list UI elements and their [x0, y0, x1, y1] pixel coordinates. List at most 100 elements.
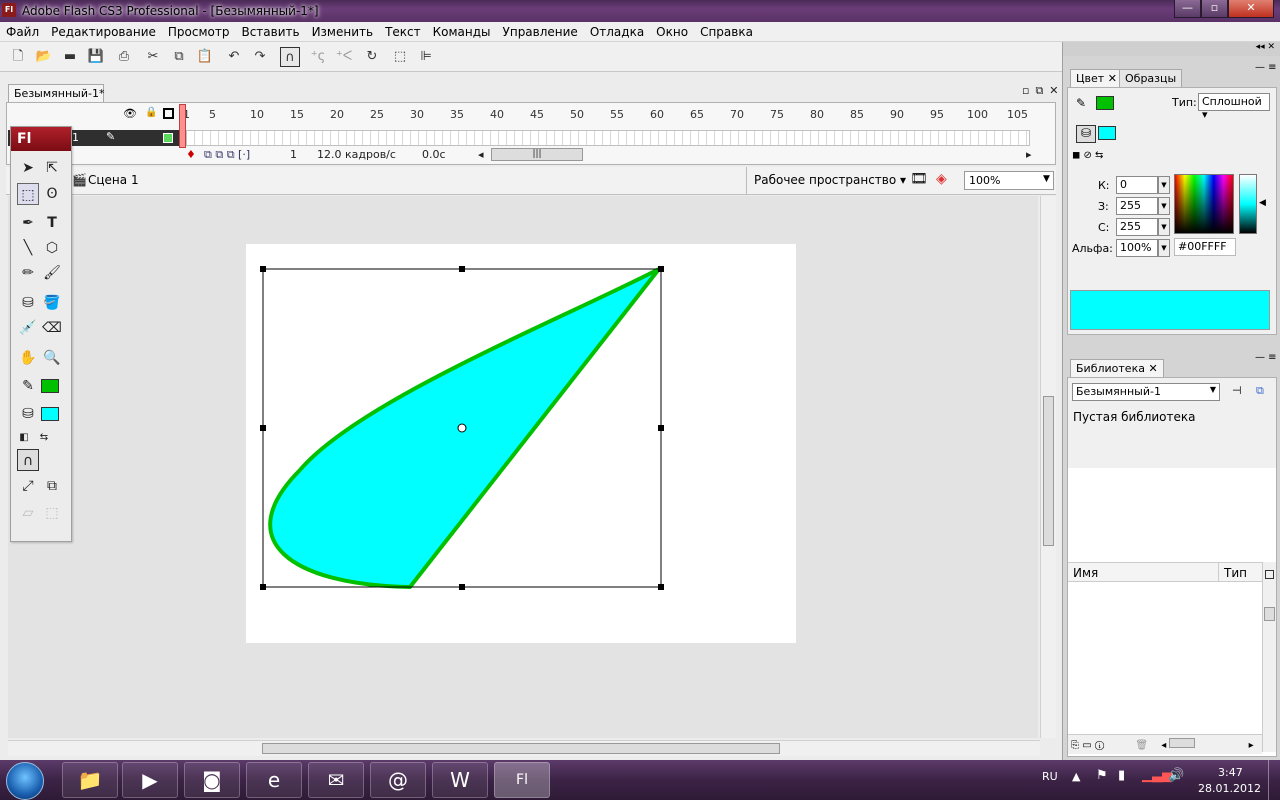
- hex-input[interactable]: #00FFFF: [1174, 238, 1236, 256]
- library-scrollbar[interactable]: [1262, 562, 1276, 752]
- alpha-input[interactable]: 100%: [1116, 239, 1158, 257]
- mail-task-icon[interactable]: ✉: [308, 762, 364, 798]
- presentation-task-icon[interactable]: ◙: [184, 762, 240, 798]
- word-task-icon[interactable]: W: [432, 762, 488, 798]
- lasso-tool-icon[interactable]: ʘ: [41, 183, 63, 205]
- library-document-select[interactable]: Безымянный-1 ▼: [1072, 383, 1220, 401]
- delete-icon[interactable]: 🗑: [1135, 740, 1148, 751]
- email-agent-task-icon[interactable]: @: [370, 762, 426, 798]
- action-center-icon[interactable]: ⚑: [1096, 768, 1108, 783]
- eyedropper-tool-icon[interactable]: 💉: [17, 317, 39, 339]
- new-library-panel-icon[interactable]: ⧉: [1256, 384, 1264, 398]
- language-indicator[interactable]: RU: [1042, 770, 1058, 783]
- zoom-tool-icon[interactable]: 🔍: [41, 347, 63, 369]
- blue-input[interactable]: 255: [1116, 218, 1158, 236]
- tools-panel-title: Fl: [11, 127, 71, 151]
- new-symbol-icon[interactable]: ⎘: [1071, 740, 1079, 751]
- sort-toggle-icon[interactable]: [1265, 570, 1274, 579]
- fill-color-swatch[interactable]: [41, 407, 59, 421]
- right-panel-dock: ◂◂ ✕ Цвет ✕ Образцы — ≡ ✎ Тип: Сплошной …: [1062, 42, 1280, 760]
- distort-option-icon[interactable]: ▱: [17, 502, 39, 524]
- stroke-color-swatch[interactable]: [41, 379, 59, 393]
- column-name[interactable]: Имя: [1073, 566, 1098, 580]
- library-empty-text: Пустая библиотека: [1073, 410, 1196, 424]
- library-hscroll-right-icon[interactable]: ▸: [1249, 740, 1254, 751]
- column-type[interactable]: Тип: [1224, 566, 1247, 580]
- envelope-option-icon[interactable]: ⬚: [41, 502, 63, 524]
- library-bottom-bar: ⎘ ▭ ⓘ 🗑 ◂ ▸: [1068, 734, 1262, 754]
- line-tool-icon[interactable]: ╲: [17, 237, 39, 259]
- library-hscroll-left-icon[interactable]: ◂: [1161, 740, 1166, 751]
- default-colors-icon[interactable]: ◼ ⊘ ⇆: [1072, 150, 1103, 161]
- pin-library-icon[interactable]: ⊣: [1232, 384, 1242, 397]
- red-dropdown-icon[interactable]: ▼: [1158, 176, 1170, 194]
- red-label: К:: [1098, 179, 1110, 192]
- library-hscroll-thumb[interactable]: [1169, 738, 1196, 748]
- color-preview: [1070, 290, 1270, 330]
- show-desktop-button[interactable]: [1268, 760, 1280, 800]
- vertical-scroll-thumb[interactable]: [1043, 396, 1054, 546]
- text-tool-icon[interactable]: T: [41, 212, 63, 234]
- horizontal-scrollbar[interactable]: [8, 740, 1040, 756]
- swap-colors-icon[interactable]: ⇆: [33, 427, 55, 449]
- fill-type-select[interactable]: Сплошной ▾: [1198, 93, 1270, 121]
- rotate-option-icon[interactable]: ⤢: [17, 475, 39, 497]
- internet-explorer-task-icon[interactable]: e: [246, 762, 302, 798]
- subselection-tool-icon[interactable]: ⇱: [41, 157, 63, 179]
- brush-tool-icon[interactable]: 🖌: [41, 262, 63, 284]
- color-panel-fill-swatch[interactable]: [1098, 126, 1116, 140]
- volume-icon[interactable]: 🔊: [1168, 768, 1184, 783]
- hand-tool-icon[interactable]: ✋: [17, 347, 39, 369]
- free-transform-tool-icon[interactable]: ⬚: [17, 183, 39, 205]
- scale-option-icon[interactable]: ⧉: [41, 475, 63, 497]
- dock-collapse-bar[interactable]: ◂◂ ✕: [1063, 42, 1280, 56]
- library-menu-icon[interactable]: — ≡: [1255, 352, 1277, 363]
- library-panel: Безымянный-1 ▼ ⊣ ⧉ Пустая библиотека Имя …: [1067, 377, 1277, 757]
- blue-label: С:: [1098, 221, 1110, 234]
- library-document-value: Безымянный-1: [1076, 385, 1161, 398]
- start-button[interactable]: [6, 762, 44, 800]
- library-column-header: Имя Тип: [1068, 562, 1262, 582]
- brightness-slider-arrow-icon[interactable]: ◀: [1259, 198, 1266, 208]
- green-input[interactable]: 255: [1116, 197, 1158, 215]
- library-scroll-thumb[interactable]: [1264, 607, 1275, 621]
- clock-time[interactable]: 3:47: [1218, 766, 1243, 779]
- polygon-tool-icon[interactable]: ⬡: [41, 237, 63, 259]
- fill-type-value: Сплошной: [1202, 95, 1262, 108]
- tab-swatches[interactable]: Образцы: [1119, 69, 1183, 87]
- green-dropdown-icon[interactable]: ▼: [1158, 197, 1170, 215]
- ink-bottle-tool-icon[interactable]: ⛁: [17, 292, 39, 314]
- brightness-slider[interactable]: [1239, 174, 1257, 234]
- vertical-scrollbar[interactable]: [1040, 196, 1056, 738]
- paint-bucket-tool-icon[interactable]: 🪣: [41, 292, 63, 314]
- red-input[interactable]: 0: [1116, 176, 1158, 194]
- flash-task-icon[interactable]: Fl: [494, 762, 550, 798]
- system-tray: RU ▲ ⚑ ▮ ▁▃▅ 🔊 3:47 28.01.2012: [1030, 760, 1280, 800]
- properties-icon[interactable]: ⓘ: [1095, 740, 1104, 751]
- eraser-tool-icon[interactable]: ⌫: [41, 317, 63, 339]
- snap-magnet-icon[interactable]: ∩: [17, 449, 39, 471]
- tab-color[interactable]: Цвет ✕: [1070, 69, 1123, 87]
- fill-bucket-icon[interactable]: ⛁: [1076, 125, 1096, 143]
- tab-library[interactable]: Библиотека ✕: [1070, 359, 1164, 377]
- alpha-label: Альфа:: [1072, 242, 1113, 255]
- color-panel-stroke-swatch[interactable]: [1096, 96, 1114, 110]
- show-hidden-icons-icon[interactable]: ▲: [1072, 770, 1080, 783]
- transform-point[interactable]: [457, 423, 467, 433]
- pencil-tool-icon[interactable]: ✏: [17, 262, 39, 284]
- blue-dropdown-icon[interactable]: ▼: [1158, 218, 1170, 236]
- clock-date[interactable]: 28.01.2012: [1198, 782, 1261, 795]
- selection-tool-icon[interactable]: ➤: [17, 157, 39, 179]
- explorer-task-icon[interactable]: 📁: [62, 762, 118, 798]
- green-label: З:: [1098, 200, 1109, 213]
- panel-menu-icon[interactable]: — ≡: [1255, 62, 1277, 73]
- new-folder-icon[interactable]: ▭: [1082, 740, 1091, 751]
- media-player-task-icon[interactable]: ▶: [122, 762, 178, 798]
- black-white-icon[interactable]: ◧: [13, 427, 35, 449]
- alpha-dropdown-icon[interactable]: ▼: [1158, 239, 1170, 257]
- type-label: Тип:: [1172, 96, 1197, 109]
- horizontal-scroll-thumb[interactable]: [262, 743, 780, 754]
- power-icon[interactable]: ▮: [1118, 768, 1125, 783]
- color-spectrum-picker[interactable]: [1174, 174, 1234, 234]
- pen-tool-icon[interactable]: ✒: [17, 212, 39, 234]
